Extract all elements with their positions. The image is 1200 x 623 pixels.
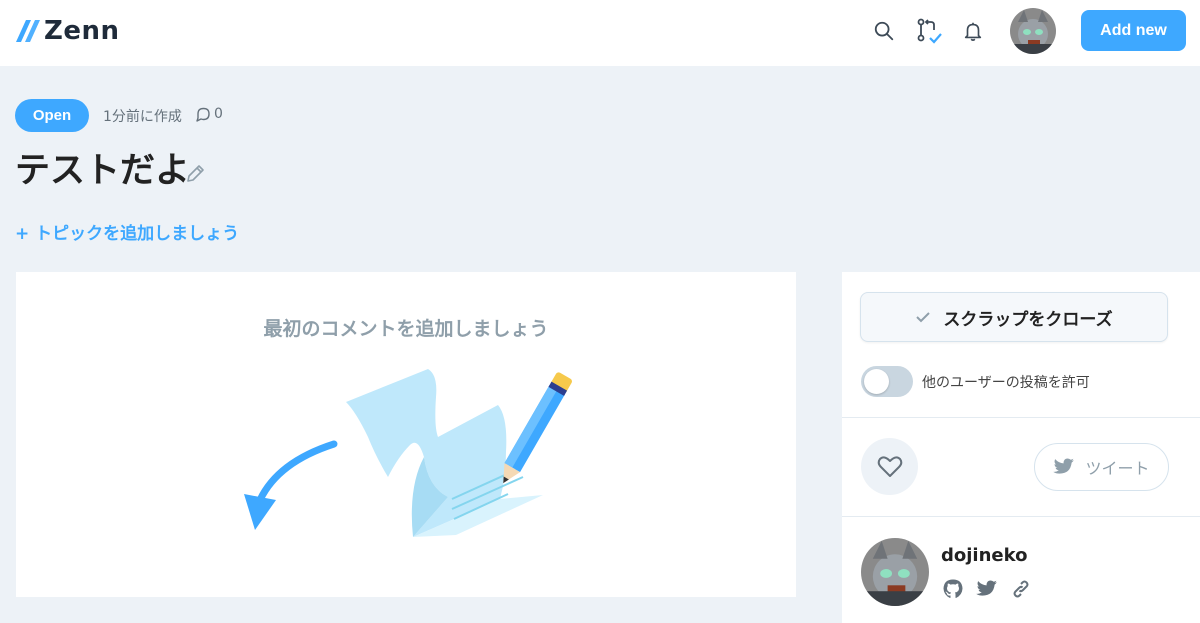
tweet-label: ツイート <box>1085 459 1150 478</box>
zenn-logo[interactable]: Zenn <box>16 16 120 46</box>
comment-icon <box>196 107 210 122</box>
allow-others-label: 他のユーザーの投稿を許可 <box>922 375 1090 391</box>
check-icon <box>916 312 931 323</box>
pull-request-icon[interactable] <box>916 18 942 44</box>
toggle-knob <box>864 369 889 394</box>
close-scrap-button[interactable]: スクラップをクローズ <box>860 292 1168 342</box>
heart-icon <box>877 455 902 477</box>
twitter-icon <box>1053 458 1075 474</box>
empty-comments-message: 最初のコメントを追加しましょう <box>263 318 549 340</box>
add-new-button[interactable]: Add new <box>1081 10 1186 51</box>
author-name[interactable]: dojineko <box>941 545 1027 566</box>
comment-count: 0 <box>195 106 223 122</box>
close-scrap-label: スクラップをクローズ <box>943 309 1113 330</box>
tweet-button[interactable]: ツイート <box>1034 443 1169 491</box>
author-avatar[interactable] <box>861 538 929 606</box>
divider <box>842 516 1200 517</box>
top-header: Zenn Add new <box>0 0 1200 66</box>
scrap-title: テストだよ <box>15 151 191 191</box>
status-badge: Open <box>15 99 89 132</box>
like-button[interactable] <box>861 438 918 495</box>
github-icon[interactable] <box>942 578 964 600</box>
allow-others-toggle[interactable] <box>861 366 913 397</box>
scrap-sidebar: スクラップをクローズ 他のユーザーの投稿を許可 ツイート dojineko <box>842 272 1200 623</box>
bell-icon[interactable] <box>960 18 986 44</box>
comment-count-value: 0 <box>214 106 223 122</box>
user-avatar[interactable] <box>1010 8 1056 54</box>
link-icon[interactable] <box>1010 578 1032 600</box>
author-social-links <box>942 578 1032 600</box>
zenn-logo-mark-icon <box>16 20 40 42</box>
twitter-icon[interactable] <box>976 578 998 600</box>
created-time: 1分前に作成 <box>103 109 182 125</box>
pencil-icon[interactable] <box>184 163 206 185</box>
search-icon[interactable] <box>871 18 897 44</box>
divider <box>842 417 1200 418</box>
add-topic-link[interactable]: + トピックを追加しましょう <box>15 219 239 244</box>
logo-text: Zenn <box>44 16 120 46</box>
writing-illustration <box>244 369 572 537</box>
comments-empty-card: 最初のコメントを追加しましょう <box>16 272 796 597</box>
